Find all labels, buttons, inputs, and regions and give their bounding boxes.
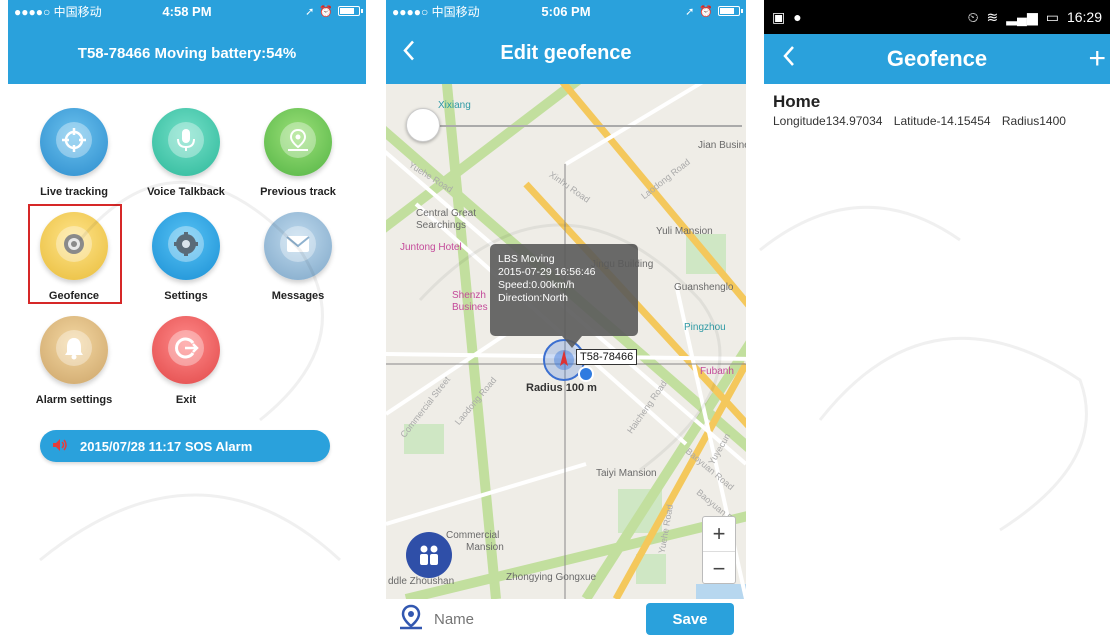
map-label: Zhongying Gongxue xyxy=(506,572,597,583)
crosshair-icon xyxy=(56,122,92,158)
zoom-slider-knob[interactable] xyxy=(406,108,440,142)
map-label: Fubanh xyxy=(700,366,734,377)
popup-timestamp: 2015-07-29 16:56:46 xyxy=(498,266,596,278)
app-geofence[interactable]: Geofence xyxy=(24,212,124,302)
location-info-popup: LBS Moving 2015-07-29 16:56:46 Speed:0.0… xyxy=(490,244,638,336)
popup-direction: Direction:North xyxy=(498,292,569,304)
app-previous-track[interactable]: Previous track xyxy=(248,108,348,198)
app-voice-talkback[interactable]: Voice Talkback xyxy=(136,108,236,198)
nav-bar: Geofence + xyxy=(764,34,1110,84)
map-label: Taiyi Mansion xyxy=(596,468,657,479)
sos-alarm-text: 2015/07/28 11:17 SOS Alarm xyxy=(80,438,253,454)
popup-tail xyxy=(562,336,582,348)
battery-icon xyxy=(338,6,363,16)
status-bar: ▣ ● ⏲ ≋ ▂▄▆ ▭ 16:29 xyxy=(764,0,1110,34)
device-title-bar: T58-78466 Moving battery:54% xyxy=(8,22,366,84)
wifi-icon: ≋ xyxy=(986,8,999,25)
map-label: Xixiang xyxy=(438,100,471,111)
popup-status: LBS Moving xyxy=(498,253,555,265)
app-label: Alarm settings xyxy=(35,394,113,406)
status-time: 4:58 PM xyxy=(162,3,212,19)
list-item[interactable]: Home Longitude134.97034 Latitude-14.1545… xyxy=(764,84,1110,136)
envelope-icon xyxy=(280,226,316,262)
status-time: 5:06 PM xyxy=(541,3,591,19)
microphone-icon xyxy=(168,122,204,158)
app-settings[interactable]: Settings xyxy=(136,212,236,302)
alarm-icon: ⏲ xyxy=(967,8,979,25)
people-icon[interactable] xyxy=(406,532,452,578)
signal-icon: ▂▄▆ xyxy=(1006,8,1038,25)
map-label: Commercial xyxy=(446,530,500,541)
geofence-list-screen: ▣ ● ⏲ ≋ ▂▄▆ ▭ 16:29 Geofence + Home Long… xyxy=(764,0,1110,639)
app-label: Live tracking xyxy=(40,186,108,198)
status-bar: ●●●●○ 中国移动 5:06 PM ➚ ⏰ xyxy=(386,0,746,22)
sos-alarm-banner[interactable]: 2015/07/28 11:17 SOS Alarm xyxy=(40,430,330,462)
device-status-title: T58-78466 Moving battery:54% xyxy=(77,44,297,62)
map-label: Central Great xyxy=(416,208,477,219)
status-time: 16:29 xyxy=(1066,9,1102,25)
map-label: Yuli Mansion xyxy=(656,226,713,237)
app-label: Voice Talkback xyxy=(147,186,225,198)
stage: ●●●●○ 中国移动 4:58 PM ➚ ⏰ T58-78466 Moving … xyxy=(0,0,1110,639)
app-label: Previous track xyxy=(260,186,336,198)
home-screen: ●●●●○ 中国移动 4:58 PM ➚ ⏰ T58-78466 Moving … xyxy=(8,0,366,639)
app-messages[interactable]: Messages xyxy=(248,212,348,302)
exit-icon xyxy=(168,330,204,366)
add-geofence-button[interactable]: + xyxy=(1088,44,1106,74)
map-label: Jian Business xyxy=(698,140,746,151)
name-input[interactable] xyxy=(424,610,646,628)
edit-geofence-screen: ●●●●○ 中国移动 5:06 PM ➚ ⏰ Edit geofence Xix… xyxy=(386,0,746,639)
app-label: Geofence xyxy=(48,290,100,302)
app-label: Settings xyxy=(164,290,208,302)
geofence-detail: Longitude134.97034 Latitude-14.15454 Rad… xyxy=(773,114,1101,128)
geofence-latitude: Latitude-14.15454 xyxy=(893,114,991,128)
map-label: Shenzh xyxy=(452,290,486,301)
map-label: Guanshenglo xyxy=(674,282,734,293)
map-label: Mansion xyxy=(466,542,504,553)
notification-icon: ● xyxy=(793,9,802,25)
battery-icon xyxy=(718,6,743,16)
popup-speed: Speed:0.00km/h xyxy=(498,279,575,291)
geofence-name: Home xyxy=(773,92,821,111)
map-pin-icon xyxy=(398,604,424,635)
map-label: Pingzhou xyxy=(684,322,726,333)
device-tag: T58-78466 xyxy=(576,349,638,365)
app-live-tracking[interactable]: Live tracking xyxy=(24,108,124,198)
geofence-longitude: Longitude134.97034 xyxy=(773,114,883,128)
app-exit[interactable]: Exit xyxy=(136,316,236,406)
geofence-icon xyxy=(56,226,92,262)
map-pin-icon xyxy=(280,122,316,158)
map-view[interactable]: Xixiang Central Great Searchings Juntong… xyxy=(386,84,746,599)
image-icon: ▣ xyxy=(772,8,786,25)
map-label: ddle Zhoushan xyxy=(388,576,455,587)
map-label: Juntong Hotel xyxy=(400,242,462,253)
battery-icon: ▭ xyxy=(1045,8,1059,25)
zoom-out-button[interactable]: − xyxy=(703,551,735,585)
back-button[interactable] xyxy=(782,45,796,73)
geofence-form-bar: Save xyxy=(386,599,746,639)
app-label: Messages xyxy=(271,290,325,302)
map-label: Searchings xyxy=(416,220,467,231)
back-button[interactable] xyxy=(402,40,416,67)
zoom-in-button[interactable]: + xyxy=(703,517,735,551)
app-alarm-settings[interactable]: Alarm settings xyxy=(24,316,124,406)
app-label: Exit xyxy=(175,394,197,406)
save-button[interactable]: Save xyxy=(646,603,734,635)
page-title: Edit geofence xyxy=(500,41,632,64)
geofence-radius: Radius1400 xyxy=(1001,114,1066,128)
nav-bar: Edit geofence xyxy=(386,22,746,84)
status-bar: ●●●●○ 中国移动 4:58 PM ➚ ⏰ xyxy=(8,0,366,22)
map-label: Busines xyxy=(452,302,488,313)
radius-label: Radius 100 m xyxy=(526,382,597,394)
speaker-icon xyxy=(52,438,68,455)
page-title: Geofence xyxy=(886,46,988,71)
gear-icon xyxy=(168,226,204,262)
zoom-control: + − xyxy=(702,516,736,584)
bell-icon xyxy=(56,330,92,366)
